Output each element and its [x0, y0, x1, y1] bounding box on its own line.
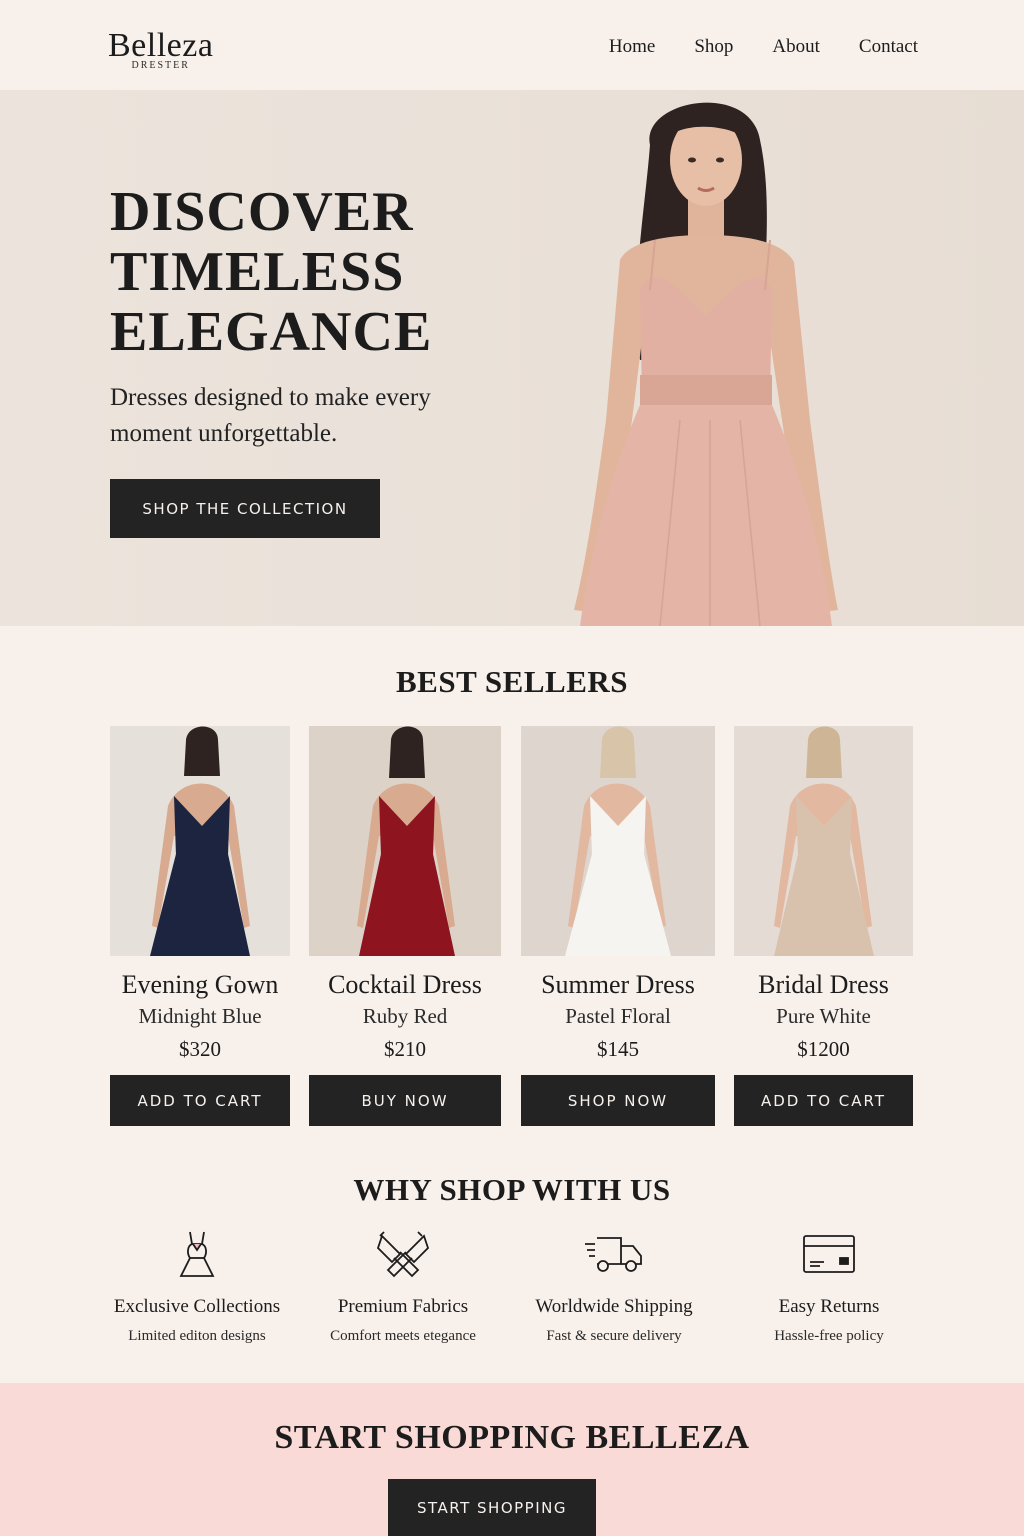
truck-icon — [509, 1226, 719, 1282]
product-price: $320 — [179, 1037, 221, 1061]
start-shopping-banner: START SHOPPING BELLEZA START SHOPPING — [0, 1383, 1024, 1536]
add-to-cart-button[interactable]: ADD TO CART — [734, 1075, 913, 1126]
best-sellers-title: BEST SELLERS — [395, 664, 629, 699]
feature-title: Exclusive Collections — [113, 1296, 281, 1317]
shop-collection-button[interactable]: SHOP THE COLLECTION — [110, 479, 380, 538]
nav-shop[interactable]: Shop — [694, 36, 733, 58]
feature-item: Worldwide Shipping Fast & secure deliver… — [509, 1226, 719, 1345]
feature-desc: Limited editon designs — [128, 1328, 266, 1344]
product-image[interactable] — [110, 726, 290, 956]
brand-logo[interactable]: Belleza DRESTER — [108, 27, 214, 72]
product-dress-image — [734, 726, 913, 956]
main-nav: Home Shop About Contact — [609, 36, 918, 58]
product-color: Midnight Blue — [138, 1004, 262, 1028]
product-name: Cocktail Dress — [328, 970, 482, 999]
feature-item: Easy Returns Hassle-free policy — [724, 1226, 934, 1345]
product-card[interactable]: Cocktail Dress Ruby Red $210 BUY NOW — [309, 726, 501, 1126]
shop-now-button[interactable]: SHOP NOW — [521, 1075, 715, 1126]
hero-banner: DISCOVER TIMELESS ELEGANCE Dresses desig… — [0, 90, 1024, 626]
fabric-icon — [298, 1226, 508, 1282]
hero-subtitle: Dresses designed to make every moment un… — [110, 384, 431, 447]
feature-desc: Hassle-free policy — [774, 1328, 884, 1344]
product-name: Evening Gown — [121, 970, 279, 999]
product-name: Summer Dress — [541, 970, 695, 999]
product-dress-image — [309, 726, 501, 956]
feature-desc: Fast & secure delivery — [546, 1328, 682, 1344]
dress-icon — [92, 1226, 302, 1282]
product-card[interactable]: Summer Dress Pastel Floral $145 SHOP NOW — [521, 726, 715, 1126]
nav-contact[interactable]: Contact — [859, 36, 918, 58]
add-to-cart-button[interactable]: ADD TO CART — [110, 1075, 290, 1126]
product-color: Pure White — [776, 1004, 871, 1028]
card-icon — [724, 1226, 934, 1282]
hero-title-line: TIMELESS — [110, 241, 405, 303]
product-name: Bridal Dress — [758, 970, 889, 999]
site-header: Belleza DRESTER Home Shop About Contact — [0, 0, 1024, 90]
nav-home[interactable]: Home — [609, 36, 655, 58]
hero-model-image — [574, 102, 838, 626]
hero-title: DISCOVER TIMELESS ELEGANCE — [110, 182, 432, 362]
product-price: $210 — [384, 1037, 426, 1061]
brand-name: Belleza — [108, 27, 214, 64]
start-shopping-button[interactable]: START SHOPPING — [388, 1479, 596, 1536]
feature-title: Easy Returns — [778, 1296, 880, 1317]
feature-item: Premium Fabrics Comfort meets etegance — [298, 1226, 508, 1345]
feature-title: Premium Fabrics — [337, 1296, 469, 1317]
feature-desc: Comfort meets etegance — [330, 1328, 476, 1344]
nav-about[interactable]: About — [772, 36, 820, 58]
product-price: $1200 — [797, 1037, 850, 1061]
feature-item: Exclusive Collections Limited editon des… — [92, 1226, 302, 1345]
product-card[interactable]: Evening Gown Midnight Blue $320 ADD TO C… — [110, 726, 290, 1126]
why-shop-title: WHY SHOP WITH US — [353, 1172, 671, 1207]
product-dress-image — [521, 726, 715, 956]
cta-title: START SHOPPING BELLEZA — [274, 1419, 750, 1456]
product-image[interactable] — [309, 726, 501, 956]
product-image[interactable] — [734, 726, 913, 956]
product-color: Ruby Red — [362, 1004, 448, 1028]
product-dress-image — [110, 726, 290, 956]
hero-title-line: ELEGANCE — [110, 301, 433, 363]
buy-now-button[interactable]: BUY NOW — [309, 1075, 501, 1126]
product-price: $145 — [597, 1037, 639, 1061]
product-color: Pastel Floral — [565, 1004, 671, 1028]
feature-title: Worldwide Shipping — [535, 1296, 693, 1317]
hero-title-line: DISCOVER — [110, 181, 414, 243]
product-card[interactable]: Bridal Dress Pure White $1200 ADD TO CAR… — [734, 726, 913, 1126]
product-image[interactable] — [521, 726, 715, 956]
